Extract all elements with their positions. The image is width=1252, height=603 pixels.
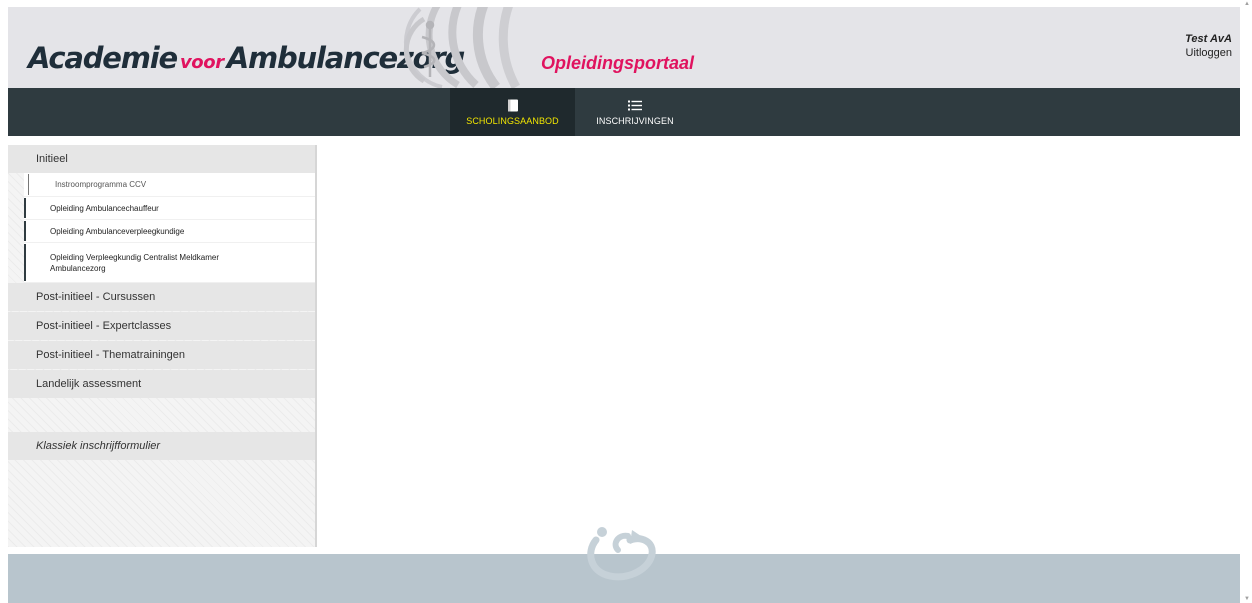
subitem-label: Opleiding Ambulancechauffeur bbox=[50, 203, 159, 213]
main-navbar: SCHOLINGSAANBOD INSCHRIJVINGEN bbox=[8, 88, 1240, 136]
sidebar-category-post-initieel-expertclasses[interactable]: Post-initieel - Expertclasses bbox=[8, 312, 315, 340]
subitem-label: Instroomprogramma CCV bbox=[55, 180, 147, 189]
sidebar-category-post-initieel-thematrainingen[interactable]: Post-initieel - Thematrainingen bbox=[8, 341, 315, 369]
list-icon bbox=[628, 98, 642, 112]
sidebar-category-landelijk-assessment[interactable]: Landelijk assessment bbox=[8, 370, 315, 398]
nav-scholingsaanbod[interactable]: SCHOLINGSAANBOD bbox=[450, 88, 575, 136]
subitem-label: Opleiding Ambulanceverpleegkundige bbox=[50, 226, 185, 236]
user-name: Test AvA bbox=[1185, 33, 1232, 45]
logo-voor-text: voor bbox=[179, 52, 224, 73]
subitem-indicator bbox=[24, 198, 26, 218]
header: Academie voor Ambulancezorg Opleidingsport… bbox=[8, 7, 1240, 88]
nav-inschrijvingen[interactable]: INSCHRIJVINGEN bbox=[575, 88, 695, 136]
sidebar-subitem-instroomprogramma[interactable]: Instroomprogramma CCV bbox=[24, 173, 315, 197]
subitem-label: Opleiding Verpleegkundig Centralist Meld… bbox=[50, 252, 219, 273]
book-icon bbox=[507, 98, 519, 112]
page-scrollbar[interactable]: ▲ ▼ bbox=[1242, 0, 1252, 603]
page: Academie voor Ambulancezorg Opleidingsport… bbox=[0, 0, 1252, 603]
nav-inschrijvingen-label: INSCHRIJVINGEN bbox=[596, 116, 674, 126]
sidebar-klassiek-inschrijfformulier[interactable]: Klassiek inschrijfformulier bbox=[8, 432, 315, 460]
sidebar-subitem-ambulanceverpleegkundige[interactable]: Opleiding Ambulanceverpleegkundige bbox=[24, 220, 315, 243]
sidebar-subitem-verpleegkundig-centralist[interactable]: Opleiding Verpleegkundig Centralist Meld… bbox=[24, 243, 315, 283]
subitem-indicator bbox=[24, 244, 26, 281]
subitem-indicator bbox=[24, 221, 26, 241]
sidebar-subitem-ambulancechauffeur[interactable]: Opleiding Ambulancechauffeur bbox=[24, 197, 315, 220]
scroll-down-arrow-icon[interactable]: ▼ bbox=[1243, 595, 1251, 603]
logo-academie-text: Academie bbox=[28, 41, 178, 75]
sidebar-category-initieel[interactable]: Initieel bbox=[8, 145, 315, 173]
sidebar: Initieel Instroomprogramma CCV Opleiding… bbox=[8, 145, 317, 547]
portal-title: Opleidingsportaal bbox=[541, 53, 695, 73]
subitem-indicator bbox=[28, 174, 29, 195]
logout-link[interactable]: Uitloggen bbox=[1186, 47, 1232, 59]
sidebar-category-post-initieel-cursussen[interactable]: Post-initieel - Cursussen bbox=[8, 283, 315, 311]
nav-scholingsaanbod-label: SCHOLINGSAANBOD bbox=[466, 116, 559, 126]
ambulance-emblem-icon bbox=[403, 7, 520, 88]
scroll-up-arrow-icon[interactable]: ▲ bbox=[1243, 0, 1251, 8]
footer-logo-icon bbox=[587, 527, 656, 581]
